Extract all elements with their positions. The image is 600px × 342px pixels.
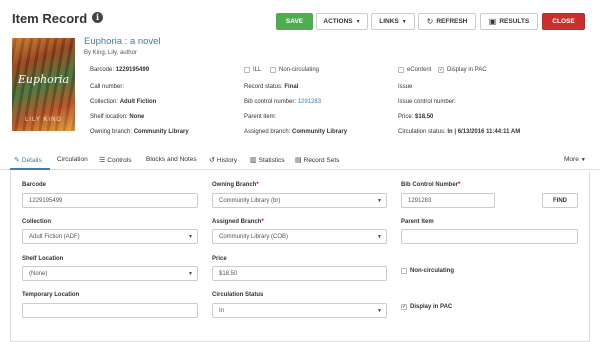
display-in-pac-form-checkbox[interactable]: ✓ Display in PAC [401, 304, 452, 310]
summary-record-status: Record status: Final [244, 84, 299, 90]
tab-history[interactable]: ↺ History [209, 156, 237, 165]
summary-issue: Issue [398, 84, 413, 90]
owning-branch-label: Owning Branch* [212, 182, 259, 188]
page-title: Item Record [12, 11, 88, 26]
summary-call-number: Call number: [90, 84, 125, 90]
collection-select[interactable]: Adult Fiction (ADF) ▼ [22, 229, 198, 244]
summary-shelf-location: Shelf location: None [90, 114, 145, 120]
caret-down-icon: ▼ [580, 156, 586, 163]
tab-details[interactable]: ✎ Details [14, 156, 42, 165]
circulation-status-label: Circulation Status [212, 292, 264, 298]
owning-branch-select[interactable]: Community Library (br) ▼ [212, 193, 387, 208]
caret-down-icon: ▼ [377, 308, 382, 314]
summary-parent-item: Parent item: [244, 114, 277, 120]
find-button[interactable]: FIND [542, 193, 578, 208]
tab-circulation[interactable]: Circulation [57, 156, 88, 163]
results-button[interactable]: ▣ RESULTS [480, 13, 538, 30]
active-tab-indicator [10, 168, 50, 170]
non-circulating-form-checkbox[interactable]: Non-circulating [401, 268, 454, 274]
checkmark-icon: ✓ [438, 67, 444, 73]
summary-bib-control: Bib control number: 1291283 [244, 99, 322, 105]
caret-down-icon: ▼ [188, 271, 193, 277]
tab-blocks-notes[interactable]: Blocks and Notes [146, 156, 197, 163]
bib-control-input[interactable]: 1291283 [401, 193, 495, 208]
summary-barcode: Barcode: 1229195499 [90, 67, 150, 73]
checkbox-icon [244, 67, 250, 73]
record-sets-icon: ▤ [295, 157, 302, 164]
checkbox-icon [398, 67, 404, 73]
circulation-status-select[interactable]: In ▼ [212, 303, 387, 318]
tab-statistics[interactable]: ▥ Statistics [250, 156, 285, 165]
caret-down-icon: ▼ [401, 18, 407, 25]
bib-control-link[interactable]: 1291283 [298, 99, 321, 105]
assigned-branch-label: Assigned Branch* [212, 219, 264, 225]
display-pac-checkbox[interactable]: ✓ Display in PAC [438, 67, 487, 73]
tab-record-sets[interactable]: ▤ Record Sets [295, 156, 339, 165]
checkbox-icon [270, 67, 276, 73]
checkmark-icon: ✓ [401, 304, 407, 310]
chart-icon: ▥ [250, 157, 257, 164]
save-button[interactable]: SAVE [276, 13, 313, 30]
non-circulating-checkbox[interactable]: Non-circulating [270, 67, 319, 73]
tab-more[interactable]: More ▼ [564, 156, 586, 163]
actions-button[interactable]: ACTIONS ▼ [316, 13, 368, 30]
book-title-link[interactable]: Euphoria : a novel [84, 36, 161, 47]
summary-collection: Collection: Adult Fiction [90, 99, 157, 105]
summary-circulation-status: Circulation status: In | 6/13/2016 11:44… [398, 129, 521, 135]
econtent-checkbox[interactable]: eContent [398, 67, 431, 73]
assigned-branch-select[interactable]: Community Library (COB) ▼ [212, 229, 387, 244]
price-label: Price [212, 256, 227, 262]
close-button[interactable]: CLOSE [542, 13, 585, 30]
caret-down-icon: ▼ [188, 234, 193, 240]
checkbox-icon [401, 268, 407, 274]
cover-author: LILY KING [24, 117, 63, 123]
refresh-button[interactable]: ↻ REFRESH [418, 13, 476, 30]
info-icon[interactable]: i [92, 12, 103, 23]
cover-title: Euphoria [17, 73, 70, 86]
book-author: By King, Lily, author [84, 50, 137, 56]
history-icon: ↺ [209, 157, 215, 164]
bib-control-label: Bib Control Number* [401, 182, 461, 188]
book-cover-image: Euphoria LILY KING [12, 38, 75, 131]
refresh-icon: ↻ [426, 16, 434, 26]
summary-assigned-branch: Assigned branch: Community Library [244, 129, 348, 135]
list-icon: ☰ [99, 157, 106, 164]
tab-controls[interactable]: ☰ Controls [99, 156, 132, 165]
caret-down-icon: ▼ [377, 234, 382, 240]
parent-item-input[interactable] [401, 229, 578, 244]
caret-down-icon: ▼ [355, 18, 361, 25]
barcode-label: Barcode [22, 182, 47, 188]
shelf-location-select[interactable]: (None) ▼ [22, 266, 198, 281]
edit-icon: ✎ [14, 157, 20, 164]
summary-owning-branch: Owning branch: Community Library [90, 129, 189, 135]
barcode-input[interactable]: 1229195499 [22, 193, 198, 208]
summary-price: Price: $18.50 [398, 114, 434, 120]
price-input[interactable]: $18.50 [212, 266, 387, 281]
shelf-location-label: Shelf Location [22, 256, 64, 262]
ill-checkbox[interactable]: ILL [244, 67, 261, 73]
links-button[interactable]: LINKS ▼ [371, 13, 415, 30]
summary-issue-control: Issue control number: [398, 99, 456, 105]
results-icon: ▣ [488, 16, 497, 26]
temporary-location-label: Temporary Location [22, 292, 80, 298]
temporary-location-input[interactable] [22, 303, 198, 318]
parent-item-label: Parent Item [401, 219, 434, 225]
collection-label: Collection [22, 219, 52, 225]
caret-down-icon: ▼ [377, 198, 382, 204]
